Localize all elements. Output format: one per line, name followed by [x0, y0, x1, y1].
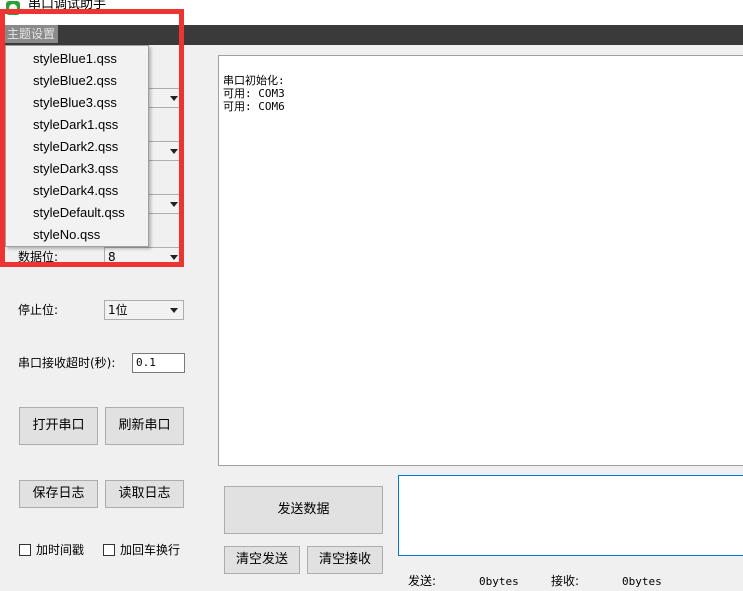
newline-checkbox[interactable]: [103, 544, 115, 556]
receive-count-label: 接收:: [551, 574, 580, 588]
send-text-area[interactable]: [398, 475, 743, 556]
stop-bits-label: 停止位:: [18, 303, 59, 317]
send-count-label: 发送:: [408, 574, 437, 588]
timeout-input[interactable]: 0.1: [132, 353, 185, 373]
newline-checkbox-label[interactable]: 加回车换行: [120, 542, 180, 558]
save-log-button[interactable]: 保存日志: [19, 480, 98, 508]
timestamp-checkbox[interactable]: [19, 544, 31, 556]
send-data-button[interactable]: 发送数据: [224, 486, 383, 534]
stop-bits-value: 1位: [108, 303, 128, 317]
send-count-value: 0bytes: [479, 575, 519, 588]
receive-text-area[interactable]: 串口初始化: 可用: COM3 可用: COM6: [218, 55, 743, 466]
load-log-button[interactable]: 读取日志: [105, 480, 184, 508]
receive-count-value: 0bytes: [622, 575, 662, 588]
stop-bits-combo[interactable]: 1位: [104, 300, 184, 320]
refresh-port-button[interactable]: 刷新串口: [105, 407, 184, 445]
clear-receive-button[interactable]: 清空接收: [307, 546, 383, 574]
receive-line: 可用: COM6: [223, 100, 285, 113]
chevron-down-icon: [170, 308, 178, 313]
open-port-button[interactable]: 打开串口: [19, 407, 98, 445]
receive-line: 串口初始化:: [223, 74, 285, 87]
clear-send-button[interactable]: 清空发送: [224, 546, 300, 574]
receive-line: 可用: COM3: [223, 87, 285, 100]
highlight-annotation-box: [0, 9, 184, 267]
timestamp-checkbox-label[interactable]: 加时间戳: [36, 542, 84, 558]
timeout-label: 串口接收超时(秒):: [18, 356, 116, 370]
